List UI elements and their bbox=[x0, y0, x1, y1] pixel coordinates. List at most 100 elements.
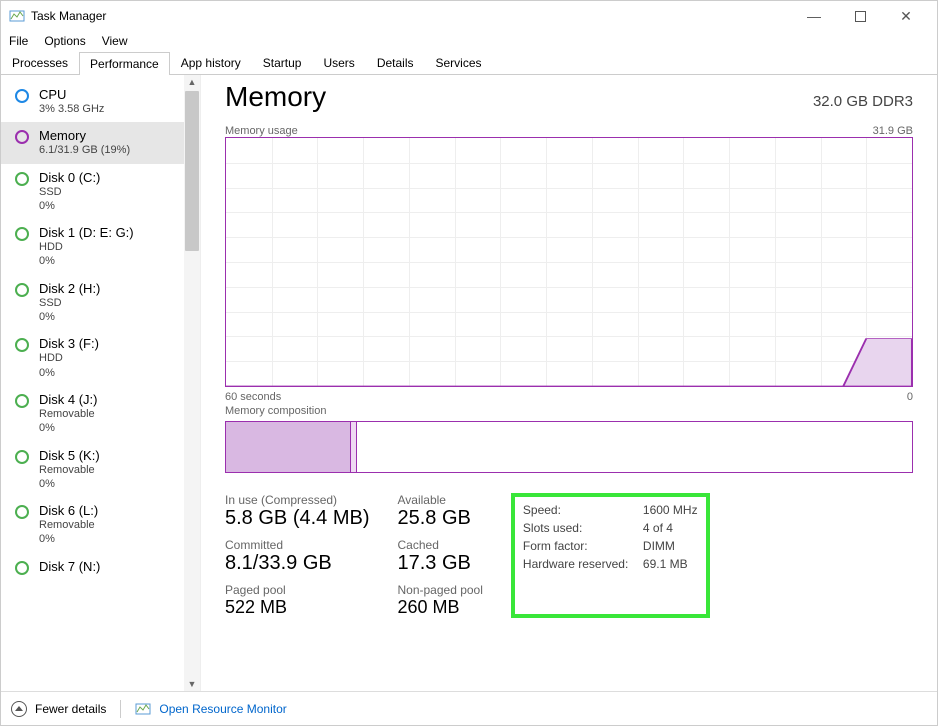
sidebar-item-sub: Removable bbox=[39, 407, 98, 421]
available-label: Available bbox=[398, 493, 483, 507]
window-controls: — ✕ bbox=[791, 1, 929, 31]
panel-title: Memory bbox=[225, 81, 326, 113]
titlebar[interactable]: Task Manager — ✕ bbox=[1, 1, 937, 31]
committed-label: Committed bbox=[225, 538, 370, 552]
sidebar-item-name: Disk 0 (C:) bbox=[39, 170, 100, 185]
window-title: Task Manager bbox=[31, 9, 791, 23]
speed-label: Speed: bbox=[523, 501, 643, 519]
tabs: Processes Performance App history Startu… bbox=[1, 51, 937, 75]
sidebar-scrollbar[interactable]: ▲ ▼ bbox=[184, 75, 200, 691]
sidebar-marker-icon bbox=[15, 283, 29, 297]
sidebar-item-name: Disk 2 (H:) bbox=[39, 281, 100, 296]
open-resource-monitor-link[interactable]: Open Resource Monitor bbox=[159, 702, 286, 716]
reserved-label: Hardware reserved: bbox=[523, 555, 643, 573]
sidebar-item-name: Disk 6 (L:) bbox=[39, 503, 98, 518]
speed-value: 1600 MHz bbox=[643, 501, 698, 519]
task-manager-window: Task Manager — ✕ File Options View Proce… bbox=[0, 0, 938, 726]
nonpaged-value: 260 MB bbox=[398, 597, 483, 618]
committed-value: 8.1/33.9 GB bbox=[225, 552, 370, 575]
maximize-button[interactable] bbox=[837, 1, 883, 31]
axis-left: 60 seconds bbox=[225, 391, 281, 403]
sidebar-item-sub: Removable bbox=[39, 518, 98, 532]
tab-services[interactable]: Services bbox=[425, 51, 493, 74]
chevron-up-icon[interactable] bbox=[11, 701, 27, 717]
performance-sidebar: CPU3% 3.58 GHzMemory6.1/31.9 GB (19%)Dis… bbox=[1, 75, 184, 691]
composition-segment-standby-free bbox=[357, 422, 912, 472]
sidebar-item-sub: 0% bbox=[39, 310, 100, 324]
sidebar-item-disk-6-l-[interactable]: Disk 6 (L:)Removable0% bbox=[1, 497, 184, 553]
sidebar-item-name: Memory bbox=[39, 128, 130, 143]
tab-performance[interactable]: Performance bbox=[79, 52, 170, 75]
inuse-label: In use (Compressed) bbox=[225, 493, 370, 507]
tab-startup[interactable]: Startup bbox=[252, 51, 313, 74]
sidebar-item-sub: Removable bbox=[39, 463, 100, 477]
sidebar-item-sub: SSD bbox=[39, 296, 100, 310]
axis-right: 0 bbox=[907, 391, 913, 403]
sidebar-item-sub: 0% bbox=[39, 199, 100, 213]
sidebar-item-sub: 0% bbox=[39, 254, 134, 268]
paged-label: Paged pool bbox=[225, 583, 370, 597]
sidebar-item-name: CPU bbox=[39, 87, 104, 102]
sidebar-item-disk-3-f-[interactable]: Disk 3 (F:)HDD0% bbox=[1, 330, 184, 386]
sidebar-item-sub: 0% bbox=[39, 477, 100, 491]
sidebar-item-memory[interactable]: Memory6.1/31.9 GB (19%) bbox=[1, 122, 184, 163]
menu-view[interactable]: View bbox=[102, 34, 128, 48]
sidebar-marker-icon bbox=[15, 172, 29, 186]
sidebar-marker-icon bbox=[15, 561, 29, 575]
fewer-details-link[interactable]: Fewer details bbox=[35, 702, 106, 716]
sidebar-item-sub: SSD bbox=[39, 185, 100, 199]
sidebar-marker-icon bbox=[15, 89, 29, 103]
sidebar-item-disk-0-c-[interactable]: Disk 0 (C:)SSD0% bbox=[1, 164, 184, 220]
tab-users[interactable]: Users bbox=[312, 51, 365, 74]
sidebar-item-cpu[interactable]: CPU3% 3.58 GHz bbox=[1, 81, 184, 122]
slots-label: Slots used: bbox=[523, 519, 643, 537]
sidebar-item-disk-7-n-[interactable]: Disk 7 (N:) bbox=[1, 553, 184, 581]
scroll-thumb[interactable] bbox=[185, 91, 199, 251]
scroll-up-icon[interactable]: ▲ bbox=[188, 75, 197, 89]
sidebar-item-name: Disk 7 (N:) bbox=[39, 559, 100, 574]
footer-divider bbox=[120, 700, 121, 718]
paged-value: 522 MB bbox=[225, 597, 370, 618]
sidebar-marker-icon bbox=[15, 394, 29, 408]
scroll-down-icon[interactable]: ▼ bbox=[188, 677, 197, 691]
sidebar-item-sub: 6.1/31.9 GB (19%) bbox=[39, 143, 130, 157]
composition-segment-in-use bbox=[226, 422, 351, 472]
resource-monitor-icon bbox=[135, 701, 151, 717]
available-value: 25.8 GB bbox=[398, 507, 483, 530]
cached-value: 17.3 GB bbox=[398, 552, 483, 575]
sidebar-item-disk-4-j-[interactable]: Disk 4 (J:)Removable0% bbox=[1, 386, 184, 442]
memory-specs-highlighted: Speed:1600 MHz Slots used:4 of 4 Form fa… bbox=[511, 493, 710, 618]
menu-file[interactable]: File bbox=[9, 34, 28, 48]
sidebar-marker-icon bbox=[15, 130, 29, 144]
sidebar-item-sub: 3% 3.58 GHz bbox=[39, 102, 104, 116]
usage-chart-label: Memory usage bbox=[225, 125, 298, 137]
inuse-value: 5.8 GB (4.4 MB) bbox=[225, 507, 370, 530]
footer: Fewer details Open Resource Monitor bbox=[1, 691, 937, 725]
sidebar-item-disk-2-h-[interactable]: Disk 2 (H:)SSD0% bbox=[1, 275, 184, 331]
sidebar-marker-icon bbox=[15, 450, 29, 464]
cached-label: Cached bbox=[398, 538, 483, 552]
memory-panel: Memory 32.0 GB DDR3 Memory usage 31.9 GB… bbox=[201, 75, 937, 691]
minimize-button[interactable]: — bbox=[791, 1, 837, 31]
memory-capacity: 32.0 GB DDR3 bbox=[813, 93, 913, 110]
usage-chart-max: 31.9 GB bbox=[873, 125, 913, 137]
tab-processes[interactable]: Processes bbox=[1, 51, 79, 74]
menubar: File Options View bbox=[1, 31, 937, 51]
sidebar-item-name: Disk 1 (D: E: G:) bbox=[39, 225, 134, 240]
memory-composition-chart bbox=[225, 421, 913, 473]
sidebar-item-sub: HDD bbox=[39, 351, 99, 365]
tab-app-history[interactable]: App history bbox=[170, 51, 252, 74]
slots-value: 4 of 4 bbox=[643, 519, 673, 537]
tab-details[interactable]: Details bbox=[366, 51, 425, 74]
close-button[interactable]: ✕ bbox=[883, 1, 929, 31]
sidebar-item-disk-1-d-e-g-[interactable]: Disk 1 (D: E: G:)HDD0% bbox=[1, 219, 184, 275]
sidebar-item-name: Disk 3 (F:) bbox=[39, 336, 99, 351]
menu-options[interactable]: Options bbox=[44, 34, 85, 48]
sidebar-item-disk-5-k-[interactable]: Disk 5 (K:)Removable0% bbox=[1, 442, 184, 498]
sidebar-item-name: Disk 4 (J:) bbox=[39, 392, 98, 407]
sidebar-item-name: Disk 5 (K:) bbox=[39, 448, 100, 463]
sidebar-marker-icon bbox=[15, 505, 29, 519]
sidebar-item-sub: 0% bbox=[39, 421, 98, 435]
sidebar-item-sub: 0% bbox=[39, 366, 99, 380]
reserved-value: 69.1 MB bbox=[643, 555, 688, 573]
